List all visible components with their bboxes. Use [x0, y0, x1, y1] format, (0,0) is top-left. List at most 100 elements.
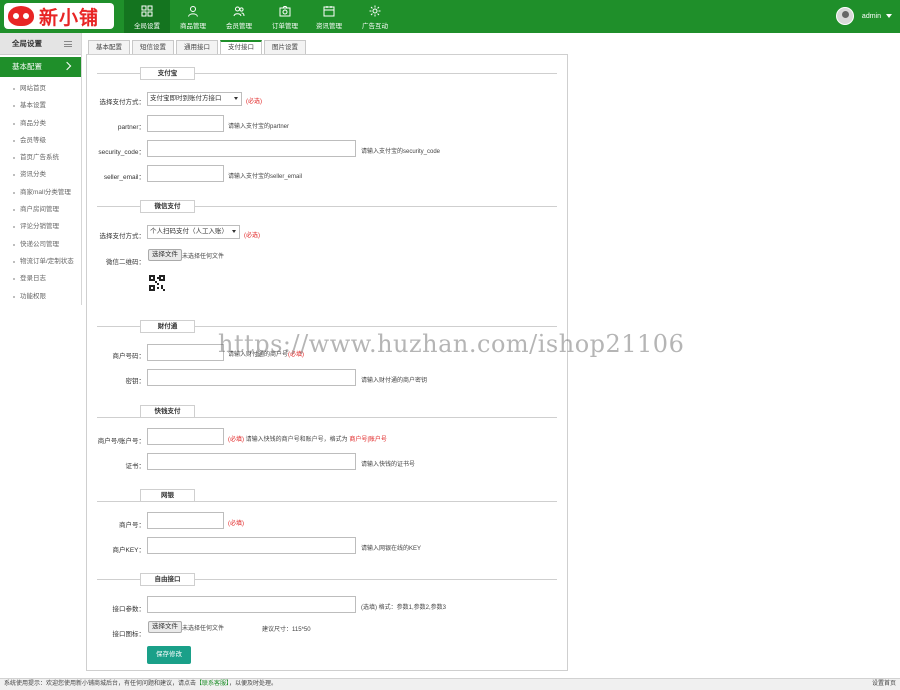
sidebar-item[interactable]: 网站首页 [0, 80, 81, 97]
custom-file-status: 未选择任何文件 [182, 626, 225, 632]
kuaiqian-account-label: 商户号/账户号： [97, 438, 145, 445]
custom-file-button[interactable]: 选择文件 [148, 621, 182, 633]
required-note: (必填) [228, 437, 244, 443]
sidebar-item-label: 商家mall分类管理 [20, 188, 71, 196]
payment-settings-panel: 支付宝 选择支付方式： 支付宝即时到账付方接口 (必选) partner： 请输… [86, 54, 568, 671]
kuaiqian-account-input[interactable] [147, 428, 224, 445]
sidebar-item-label: 物流订单/定制状态 [20, 257, 74, 265]
chevron-down-icon [232, 230, 236, 233]
hint-text: 请输入快钱的商户号和账户号，格式为 [245, 437, 348, 443]
nav-item-news[interactable]: 资讯管理 [306, 0, 352, 33]
save-button[interactable]: 保存修改 [147, 646, 191, 664]
custom-params-label: 接口参数： [112, 606, 146, 613]
sidebar-item[interactable]: 商家mall分类管理 [0, 184, 81, 201]
sidebar-item-label: 资讯分类 [20, 171, 46, 179]
logo-text: 新小铺 [39, 6, 100, 29]
section-title-custom: 自由接口 [140, 573, 195, 586]
chinabank-merchant-input[interactable] [147, 512, 224, 529]
grid-icon [141, 5, 153, 17]
nav-item-label: 会员管理 [226, 23, 252, 30]
tenpay-key-label: 密钥： [125, 378, 146, 385]
bullet-icon [13, 278, 15, 281]
tenpay-key-input[interactable] [147, 369, 356, 386]
sidebar-item[interactable]: 首页广告系统 [0, 149, 81, 166]
contact-support-link[interactable]: 【联系客服】 [196, 681, 229, 687]
nav-item-orders[interactable]: 订单管理 [262, 0, 308, 33]
user-name: admin [861, 12, 881, 20]
nav-item-products[interactable]: 商品管理 [170, 0, 216, 33]
chinabank-merchant-label: 商户号： [119, 522, 145, 529]
user-menu[interactable]: admin [835, 7, 892, 25]
sidebar-item[interactable]: 登录日志 [0, 270, 81, 287]
sidebar-title: 全局设置 [12, 39, 42, 48]
bullet-icon [13, 209, 15, 212]
tab-payment-api[interactable]: 支付接口 [220, 40, 262, 54]
brand-logo[interactable]: 新小铺 [4, 3, 114, 29]
bullet-icon [13, 105, 15, 108]
sidebar-item-label: 会员等级 [20, 136, 46, 144]
sidebar-item-basic-config[interactable]: 基本配置 [0, 57, 81, 77]
sidebar-item-label: 评论分销管理 [20, 223, 59, 231]
tab-general-api[interactable]: 通用接口 [176, 40, 218, 54]
footer-home-link[interactable]: 设置首页 [872, 679, 896, 690]
chinabank-key-hint: 请输入网银在线的KEY [361, 546, 422, 552]
sidebar-header: 全局设置 [0, 33, 81, 55]
kuaiqian-account-hint: (必填) 请输入快钱的商户号和账户号，格式为 商户号|账户号 [228, 434, 387, 443]
sidebar-item-label: 商户房间管理 [20, 206, 59, 214]
wechat-type-select[interactable]: 个人扫码支付（人工入账） [147, 225, 240, 239]
sidebar-item[interactable]: 功能权限 [0, 288, 81, 305]
settings-tabs: 基本配置 短信设置 通用接口 支付接口 图片设置 [88, 40, 308, 54]
custom-params-input[interactable] [147, 596, 356, 613]
bullet-icon [13, 260, 15, 263]
sidebar-item[interactable]: 物流订单/定制状态 [0, 253, 81, 270]
sidebar-item-label: 基本配置 [12, 62, 42, 71]
tab-sms-settings[interactable]: 短信设置 [132, 40, 174, 54]
nav-item-label: 资讯管理 [316, 23, 342, 30]
sidebar-item[interactable]: 基本设置 [0, 97, 81, 114]
avatar [835, 7, 854, 25]
section-title-wechat: 微信支付 [140, 200, 195, 213]
tenpay-key-hint: 请输入财付通的商户密钥 [361, 378, 428, 384]
nav-item-ads[interactable]: 广告互动 [352, 0, 398, 33]
sidebar-item-label: 首页广告系统 [20, 154, 59, 162]
sidebar-item[interactable]: 会员等级 [0, 132, 81, 149]
sidebar-item[interactable]: 评论分销管理 [0, 218, 81, 235]
partner-input[interactable] [147, 115, 224, 132]
partner-hint: 请输入支付宝的partner [228, 124, 290, 130]
wechat-file-button[interactable]: 选择文件 [148, 249, 182, 261]
menu-toggle-icon[interactable] [64, 41, 72, 47]
nav-item-members[interactable]: 会员管理 [216, 0, 262, 33]
nav-item-label: 广告互动 [362, 23, 388, 30]
chevron-down-icon [886, 14, 892, 18]
tab-image-settings[interactable]: 图片设置 [264, 40, 306, 54]
chevron-down-icon [234, 97, 238, 100]
chinabank-key-input[interactable] [147, 537, 356, 554]
security-code-hint: 请输入支付宝的security_code [361, 149, 441, 155]
top-nav-bar: 新小铺 全局设置 商品管理 会员管理 订单管理 资讯管理 广告互动 admin [0, 0, 900, 33]
wechat-type-label: 选择支付方式： [99, 233, 146, 240]
user-icon [187, 5, 199, 17]
watermark: https://www.huzhan.com/ishop21106 [218, 330, 685, 358]
bullet-icon [13, 139, 15, 142]
camera-icon [279, 5, 291, 17]
tenpay-merchant-label: 商户号码： [112, 353, 146, 360]
footer-text: 系统使用提示：欢迎您使用新小铺商城后台，有任何问题和建议，请点击 [4, 681, 197, 687]
alipay-type-select[interactable]: 支付宝即时到账付方接口 [147, 92, 242, 106]
kuaiqian-cert-input[interactable] [147, 453, 356, 470]
bullet-icon [13, 226, 15, 229]
seller-email-input[interactable] [147, 165, 224, 182]
alipay-type-value: 支付宝即时到账付方接口 [150, 95, 222, 102]
sidebar-item[interactable]: 商品分类 [0, 115, 81, 132]
bullet-icon [13, 295, 15, 298]
sidebar-item-label: 基本设置 [20, 102, 46, 110]
partner-label: partner： [117, 124, 145, 131]
sidebar-item[interactable]: 资讯分类 [0, 166, 81, 183]
nav-item-global-settings[interactable]: 全局设置 [124, 0, 170, 33]
seller-email-label: seller_email： [103, 174, 145, 181]
sidebar-item[interactable]: 商户房间管理 [0, 201, 81, 218]
tab-basic-config[interactable]: 基本配置 [88, 40, 130, 54]
security-code-input[interactable] [147, 140, 356, 157]
tenpay-merchant-input[interactable] [147, 344, 224, 361]
custom-params-hint: (选填) 格式：参数1,参数2,参数3 [361, 605, 447, 611]
sidebar-item[interactable]: 快递公司管理 [0, 236, 81, 253]
